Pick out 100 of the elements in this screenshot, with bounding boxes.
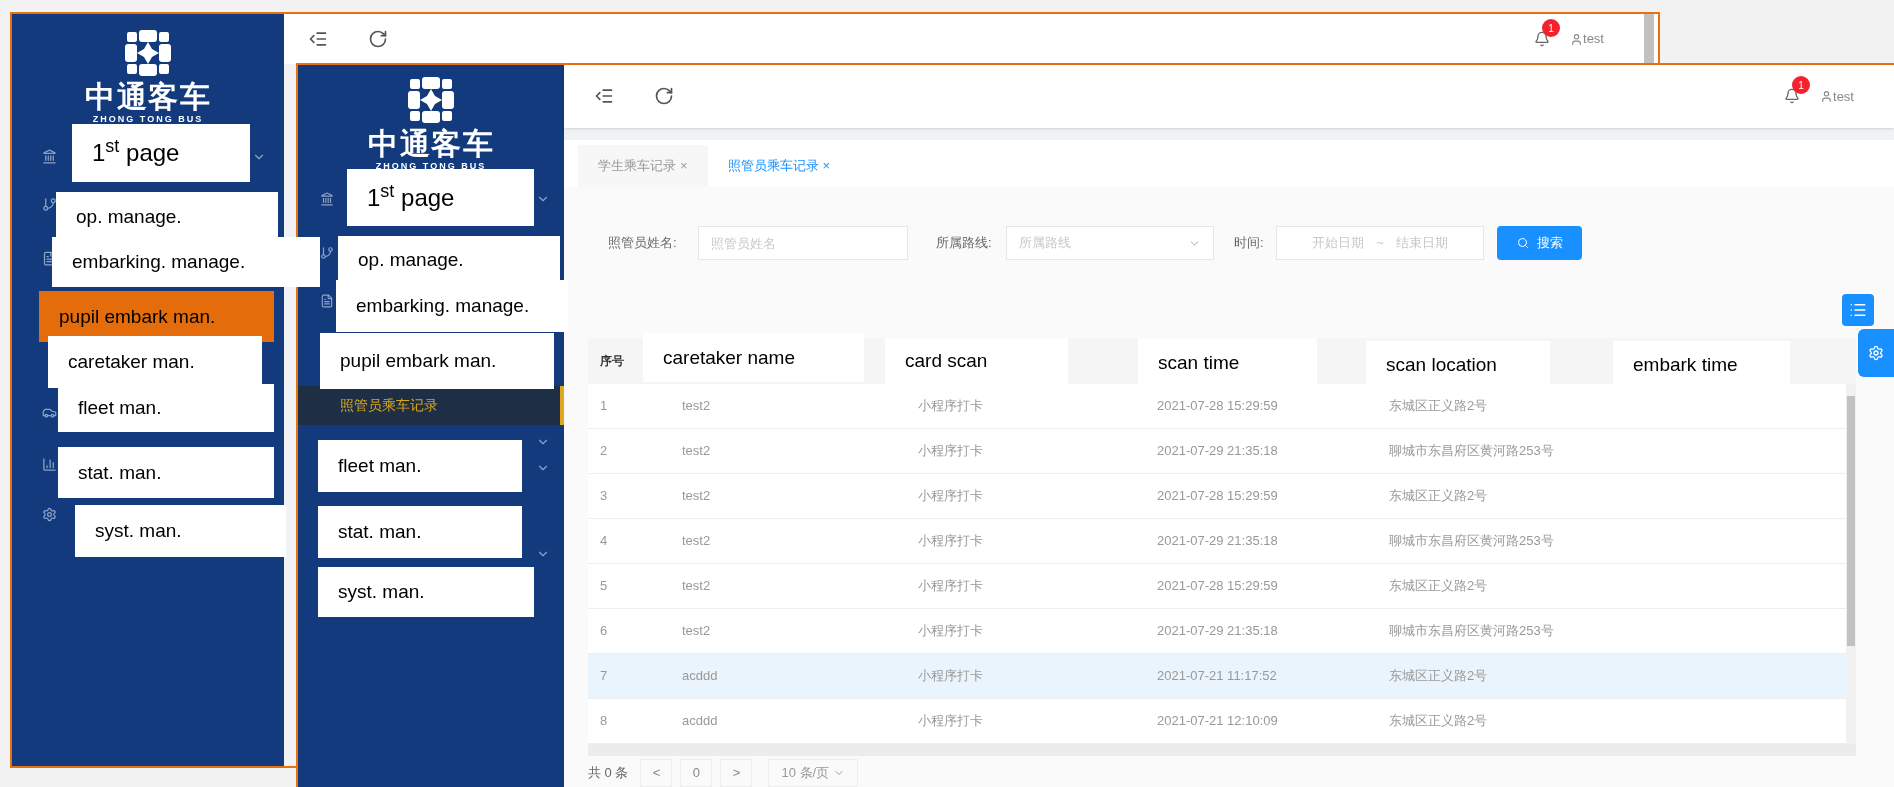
chart-icon [42, 457, 57, 472]
table-cell-text: 东城区正义路2号 [1388, 577, 1489, 596]
logo-title: 中通客车 [368, 127, 494, 161]
table-cell-text: 2021-07-29 21:35:18 [1156, 442, 1279, 461]
table-cell-text: 8 [599, 712, 609, 731]
table-cell-text: 聊城市东昌府区黄河路253号 [1388, 442, 1555, 461]
annotation-label: caretaker man. [48, 336, 262, 388]
bank-icon [320, 192, 334, 206]
refresh-icon[interactable] [368, 29, 388, 49]
table-cell-text: 2021-07-21 12:10:09 [1156, 712, 1279, 731]
table-cell-text: 小程序打卡 [917, 442, 984, 461]
branch-icon [320, 246, 334, 260]
table-row[interactable]: 4 test2 小程序打卡 2021-07-29 21:35:18 聊城市东昌府区黄河路253号 [588, 519, 1846, 564]
total-count: 共 0 条 [588, 763, 629, 782]
annotation-label: pupil embark man. [320, 333, 554, 389]
table-cell-text: 东城区正义路2号 [1388, 667, 1489, 686]
page-size-select[interactable]: 10 条/页 [768, 758, 859, 787]
table-cell-text: 7 [599, 667, 609, 686]
annotation-label: syst. man. [75, 505, 286, 557]
notification-bell-icon[interactable] [1534, 31, 1551, 47]
range-separator: ~ [1376, 234, 1384, 253]
menu-collapse-icon[interactable] [308, 29, 328, 49]
table-row[interactable]: 2 test2 小程序打卡 2021-07-29 21:35:18 聊城市东昌府区黄河路253号 [588, 429, 1846, 474]
table-cell-text: 小程序打卡 [917, 487, 984, 506]
annotation-label: 1$^{st}$ page [72, 124, 250, 182]
table-row[interactable]: 8 acddd 小程序打卡 2021-07-21 12:10:09 东城区正义路2号 [588, 699, 1846, 744]
annotation-label: syst. man. [318, 567, 534, 617]
table-cell-text: 小程序打卡 [917, 397, 984, 416]
annotation-label: fleet man. [318, 440, 522, 492]
notification-bell-icon[interactable] [1784, 88, 1801, 105]
table-row[interactable]: 7 acddd 小程序打卡 2021-07-21 11:17:52 东城区正义路2号 [588, 654, 1846, 699]
tab-close-button[interactable]: × [680, 156, 688, 176]
table-cell-text: 4 [599, 532, 609, 551]
table-cell-text: 2021-07-28 15:29:59 [1156, 577, 1279, 596]
table-cell-text: test2 [681, 532, 712, 551]
next-page-button[interactable]: > [720, 758, 753, 787]
table-cell-text: 1 [599, 397, 609, 416]
table-cell-text: 东城区正义路2号 [1388, 487, 1489, 506]
search-icon [1516, 237, 1529, 249]
tab-close-button[interactable]: × [822, 156, 831, 176]
settings-icon [42, 507, 57, 522]
annotation-label: embarking. manage. [52, 237, 320, 287]
table-cell-text: 6 [599, 622, 609, 641]
table-cell-text: test2 [681, 397, 712, 416]
annotation-label: stat. man. [58, 447, 274, 498]
table-row[interactable]: 5 test2 小程序打卡 2021-07-28 15:29:59 东城区正义路2号 [588, 564, 1846, 609]
table-cell-text: 小程序打卡 [917, 532, 984, 551]
user-icon [1820, 89, 1834, 103]
user-icon [1570, 32, 1584, 46]
table-cell-text: 3 [599, 487, 609, 506]
column-list-button[interactable] [1842, 294, 1874, 326]
annotation-label: caretaker name [643, 333, 864, 382]
table-cell-text: test2 [681, 577, 712, 596]
annotation-label: 1$^{st}$ page [347, 169, 534, 226]
table-row[interactable]: 3 test2 小程序打卡 2021-07-28 15:29:59 东城区正义路2号 [588, 474, 1846, 519]
page-number-button[interactable]: 0 [680, 758, 713, 787]
user-menu[interactable]: test [1570, 29, 1604, 49]
table-cell-text: 2021-07-29 21:35:18 [1156, 622, 1279, 641]
table-cell-text: 小程序打卡 [917, 622, 984, 641]
logo-subtitle: ZHONG TONG BUS [92, 114, 204, 125]
logo-subtitle: ZHONG TONG BUS [375, 161, 487, 172]
annotation-label: card scan [885, 338, 1068, 384]
annotation-label: stat. man. [318, 506, 522, 558]
table-row[interactable]: 1 test2 小程序打卡 2021-07-28 15:29:59 东城区正义路2号 [588, 384, 1846, 429]
table-cell-text: 2021-07-28 15:29:59 [1156, 487, 1279, 506]
settings-tab-button[interactable] [1858, 329, 1894, 377]
page-tab[interactable]: 学生乘车记录 × [578, 145, 708, 187]
table-cell-text: 2021-07-28 15:29:59 [1156, 397, 1279, 416]
filter-label: 所属路线: [936, 234, 993, 253]
table-cell-text: 2021-07-29 21:35:18 [1156, 532, 1279, 551]
notification-count-badge: 1 [1792, 76, 1811, 95]
table-cell-text: 2021-07-21 11:17:52 [1156, 667, 1278, 686]
table-cell-text: acddd [681, 712, 719, 731]
notification-count-badge: 1 [1542, 19, 1561, 37]
logo-emblem-icon [408, 77, 454, 123]
table-row[interactable]: 6 test2 小程序打卡 2021-07-29 21:35:18 聊城市东昌府区黄河路253号 [588, 609, 1846, 654]
table-cell-text: 小程序打卡 [917, 712, 984, 731]
scrollbar [1644, 14, 1654, 64]
table-cell-text: acddd [681, 667, 719, 686]
table-cell-text: test2 [681, 487, 712, 506]
table-cell-text: test2 [681, 622, 712, 641]
annotation-label: scan time [1138, 338, 1317, 387]
search-button[interactable]: 搜索 [1497, 226, 1582, 260]
annotation-label: embarking. manage. [336, 280, 568, 332]
logo-title: 中通客车 [85, 80, 211, 114]
branch-icon [42, 197, 57, 212]
user-menu[interactable]: test [1820, 86, 1854, 107]
refresh-icon[interactable] [654, 86, 674, 107]
table-cell-text: 东城区正义路2号 [1388, 397, 1489, 416]
table-cell-text: 聊城市东昌府区黄河路253号 [1388, 532, 1555, 551]
list-icon [1849, 301, 1867, 319]
form-icon [320, 294, 334, 308]
previous-page-button[interactable]: < [640, 758, 673, 787]
table-cell-text: test2 [681, 442, 712, 461]
table-cell-text: 2 [599, 442, 609, 461]
annotation-label: fleet man. [58, 384, 274, 432]
logo-emblem-icon [125, 30, 171, 76]
table-cell-text: 小程序打卡 [917, 667, 984, 686]
submenu-item[interactable]: 照管员乘车记录 [298, 386, 564, 425]
settings-icon [1868, 345, 1884, 361]
